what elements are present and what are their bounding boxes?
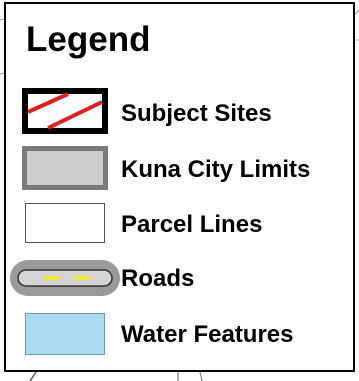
map-legend: Legend Subject Sites Kuna City Limits Pa… <box>4 2 355 372</box>
water-features-symbol <box>25 313 105 355</box>
legend-item-water-features: Water Features <box>6 311 353 363</box>
parcel-lines-symbol <box>25 203 105 243</box>
legend-item-city-limits: Kuna City Limits <box>6 144 353 196</box>
legend-item-parcel-lines: Parcel Lines <box>6 200 353 252</box>
legend-item-roads: Roads <box>6 255 353 307</box>
road-symbol <box>10 260 120 296</box>
legend-label-water-features: Water Features <box>121 321 294 348</box>
legend-label-roads: Roads <box>121 265 195 292</box>
legend-label-subject-sites: Subject Sites <box>121 100 272 127</box>
legend-label-city-limits: Kuna City Limits <box>121 156 311 183</box>
legend-item-subject-sites: Subject Sites <box>6 88 353 140</box>
city-limits-symbol <box>22 146 108 190</box>
legend-title: Legend <box>26 20 151 59</box>
map-road-fragment <box>199 371 203 381</box>
map-road-fragment <box>354 9 359 15</box>
subject-sites-symbol <box>22 88 108 134</box>
map-road-fragment <box>29 371 37 381</box>
legend-label-parcel-lines: Parcel Lines <box>121 211 263 238</box>
